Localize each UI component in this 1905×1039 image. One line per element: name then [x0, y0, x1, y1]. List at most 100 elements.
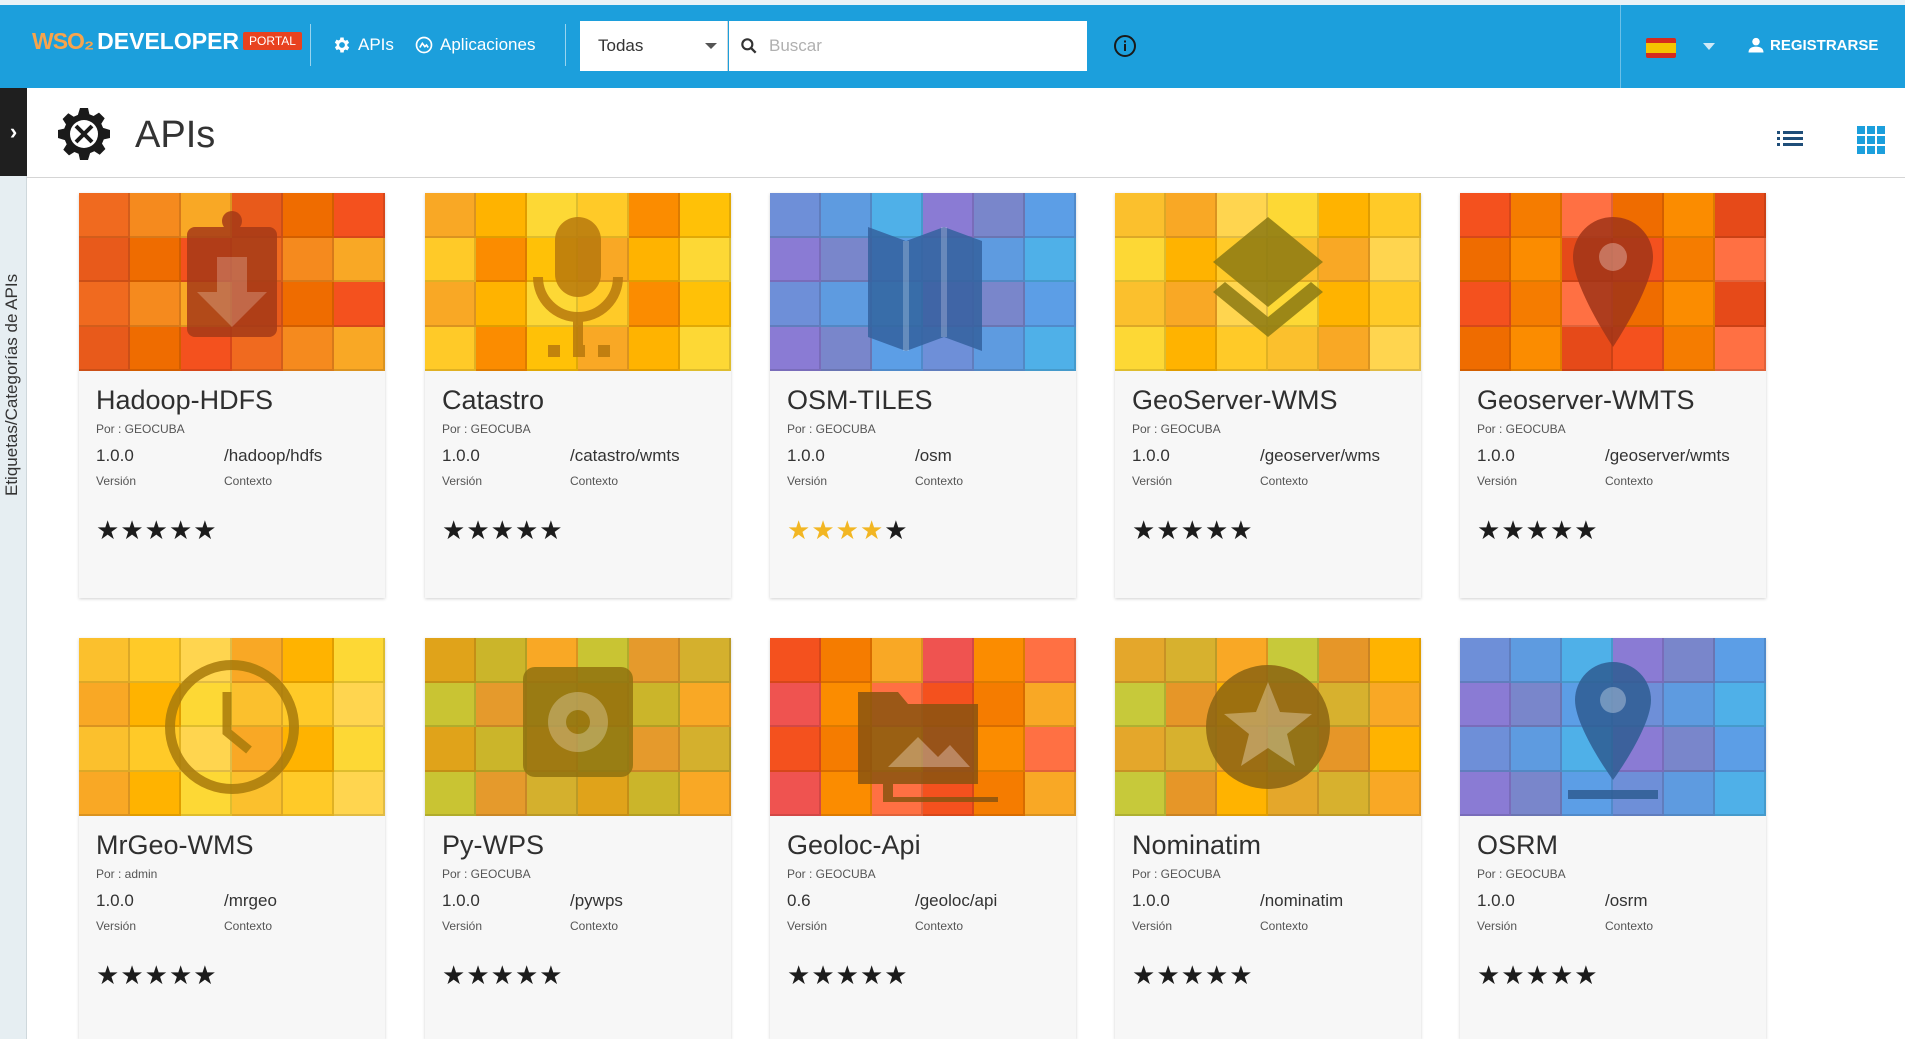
rating-stars[interactable]: ★★★★★: [787, 960, 909, 991]
star-icon[interactable]: ★: [1132, 515, 1156, 545]
star-icon[interactable]: ★: [1574, 515, 1598, 545]
star-icon[interactable]: ★: [96, 515, 120, 545]
sidebar-toggle[interactable]: ›: [0, 88, 27, 176]
star-icon[interactable]: ★: [515, 515, 539, 545]
star-icon[interactable]: ★: [1156, 515, 1180, 545]
api-name[interactable]: Catastro: [442, 385, 544, 416]
api-name[interactable]: OSM-TILES: [787, 385, 933, 416]
star-icon[interactable]: ★: [1501, 515, 1525, 545]
star-icon[interactable]: ★: [169, 960, 193, 990]
rating-stars[interactable]: ★★★★★: [1477, 515, 1599, 546]
chevron-down-icon[interactable]: [1703, 43, 1715, 50]
api-name[interactable]: Geoserver-WMTS: [1477, 385, 1695, 416]
star-icon[interactable]: ★: [1229, 960, 1253, 990]
nav-applications[interactable]: Aplicaciones: [414, 32, 535, 58]
api-thumbnail[interactable]: [425, 638, 731, 816]
star-icon[interactable]: ★: [1501, 960, 1525, 990]
api-thumbnail[interactable]: [79, 638, 385, 816]
rating-stars[interactable]: ★★★★★: [442, 515, 564, 546]
api-thumbnail[interactable]: [1115, 193, 1421, 371]
star-icon[interactable]: ★: [1205, 960, 1229, 990]
star-icon[interactable]: ★: [1132, 960, 1156, 990]
rating-stars[interactable]: ★★★★★: [1477, 960, 1599, 991]
api-name[interactable]: Py-WPS: [442, 830, 544, 861]
star-icon[interactable]: ★: [884, 960, 908, 990]
brand-logo[interactable]: WSO₂ DEVELOPER PORTAL: [32, 28, 302, 54]
star-icon[interactable]: ★: [539, 515, 563, 545]
star-icon[interactable]: ★: [120, 515, 144, 545]
api-thumbnail[interactable]: [1115, 638, 1421, 816]
api-card[interactable]: MrGeo-WMS Por : admin 1.0.0 /mrgeo Versi…: [79, 638, 385, 1039]
api-thumbnail[interactable]: [770, 193, 1076, 371]
list-view-icon[interactable]: [1777, 128, 1803, 150]
api-card[interactable]: Geoserver-WMTS Por : GEOCUBA 1.0.0 /geos…: [1460, 193, 1766, 598]
star-icon[interactable]: ★: [515, 960, 539, 990]
api-card[interactable]: GeoServer-WMS Por : GEOCUBA 1.0.0 /geose…: [1115, 193, 1421, 598]
star-icon[interactable]: ★: [466, 960, 490, 990]
star-icon[interactable]: ★: [787, 960, 811, 990]
api-name[interactable]: GeoServer-WMS: [1132, 385, 1338, 416]
star-icon[interactable]: ★: [836, 960, 860, 990]
api-card[interactable]: Geoloc-Api Por : GEOCUBA 0.6 /geoloc/api…: [770, 638, 1076, 1039]
api-card[interactable]: Py-WPS Por : GEOCUBA 1.0.0 /pywps Versió…: [425, 638, 731, 1039]
sidebar-vertical-label[interactable]: Etiquetas/Categorías de APIs: [2, 274, 26, 496]
star-icon[interactable]: ★: [1181, 960, 1205, 990]
star-icon[interactable]: ★: [442, 515, 466, 545]
star-icon[interactable]: ★: [1181, 515, 1205, 545]
register-button[interactable]: REGISTRARSE: [1746, 35, 1878, 55]
api-thumbnail[interactable]: [425, 193, 731, 371]
grid-view-icon[interactable]: [1857, 126, 1885, 154]
star-icon[interactable]: ★: [884, 515, 908, 545]
star-icon[interactable]: ★: [491, 960, 515, 990]
star-icon[interactable]: ★: [145, 515, 169, 545]
star-icon[interactable]: ★: [1477, 960, 1501, 990]
rating-stars[interactable]: ★★★★★: [1132, 515, 1254, 546]
star-icon[interactable]: ★: [1156, 960, 1180, 990]
star-icon[interactable]: ★: [96, 960, 120, 990]
star-icon[interactable]: ★: [539, 960, 563, 990]
api-name[interactable]: MrGeo-WMS: [96, 830, 254, 861]
api-name[interactable]: Nominatim: [1132, 830, 1261, 861]
star-icon[interactable]: ★: [1526, 960, 1550, 990]
api-name[interactable]: Geoloc-Api: [787, 830, 921, 861]
api-thumbnail[interactable]: [79, 193, 385, 371]
api-card[interactable]: OSRM Por : GEOCUBA 1.0.0 /osrm Versión C…: [1460, 638, 1766, 1039]
search-input[interactable]: [769, 36, 1069, 56]
nav-apis[interactable]: APIs: [332, 32, 394, 58]
star-icon[interactable]: ★: [1205, 515, 1229, 545]
api-name[interactable]: Hadoop-HDFS: [96, 385, 273, 416]
star-icon[interactable]: ★: [1229, 515, 1253, 545]
api-card[interactable]: Nominatim Por : GEOCUBA 1.0.0 /nominatim…: [1115, 638, 1421, 1039]
star-icon[interactable]: ★: [811, 960, 835, 990]
star-icon[interactable]: ★: [442, 960, 466, 990]
info-button[interactable]: [1113, 34, 1137, 63]
rating-stars[interactable]: ★★★★★: [96, 515, 218, 546]
star-icon[interactable]: ★: [836, 515, 860, 545]
api-card[interactable]: Hadoop-HDFS Por : GEOCUBA 1.0.0 /hadoop/…: [79, 193, 385, 598]
star-icon[interactable]: ★: [193, 960, 217, 990]
star-icon[interactable]: ★: [145, 960, 169, 990]
api-card[interactable]: Catastro Por : GEOCUBA 1.0.0 /catastro/w…: [425, 193, 731, 598]
star-icon[interactable]: ★: [491, 515, 515, 545]
rating-stars[interactable]: ★★★★★: [442, 960, 564, 991]
spain-flag-icon[interactable]: [1646, 38, 1676, 58]
star-icon[interactable]: ★: [1550, 960, 1574, 990]
star-icon[interactable]: ★: [169, 515, 193, 545]
api-name[interactable]: OSRM: [1477, 830, 1558, 861]
star-icon[interactable]: ★: [1550, 515, 1574, 545]
star-icon[interactable]: ★: [1477, 515, 1501, 545]
api-thumbnail[interactable]: [770, 638, 1076, 816]
category-select[interactable]: Todas: [580, 21, 728, 71]
api-thumbnail[interactable]: [1460, 638, 1766, 816]
star-icon[interactable]: ★: [466, 515, 490, 545]
rating-stars[interactable]: ★★★★★: [96, 960, 218, 991]
rating-stars[interactable]: ★★★★★: [1132, 960, 1254, 991]
api-card[interactable]: OSM-TILES Por : GEOCUBA 1.0.0 /osm Versi…: [770, 193, 1076, 598]
star-icon[interactable]: ★: [1526, 515, 1550, 545]
star-icon[interactable]: ★: [120, 960, 144, 990]
star-icon[interactable]: ★: [811, 515, 835, 545]
star-icon[interactable]: ★: [1574, 960, 1598, 990]
rating-stars[interactable]: ★★★★★: [787, 515, 909, 546]
star-icon[interactable]: ★: [860, 515, 884, 545]
star-icon[interactable]: ★: [193, 515, 217, 545]
